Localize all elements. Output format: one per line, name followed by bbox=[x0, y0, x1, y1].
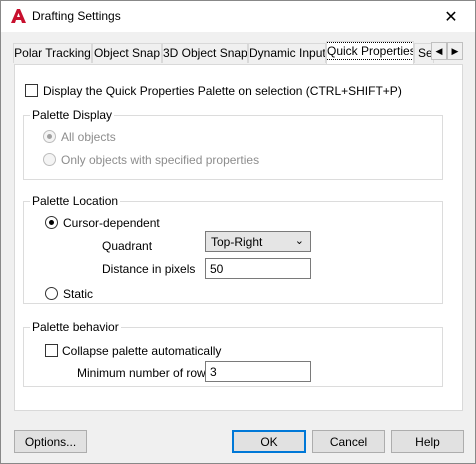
tab-scroll-right-button[interactable]: ▶ bbox=[447, 42, 463, 60]
quadrant-value: Top-Right bbox=[211, 235, 263, 249]
options-button[interactable]: Options... bbox=[14, 430, 87, 453]
chevron-down-icon: ⌄ bbox=[294, 235, 304, 247]
drafting-settings-dialog: Drafting Settings ✕ Polar Tracking Objec… bbox=[0, 0, 476, 464]
palette-display-title: Palette Display bbox=[30, 108, 115, 122]
quadrant-select[interactable]: Top-Right ⌄ bbox=[205, 231, 311, 252]
ok-button[interactable]: OK bbox=[232, 430, 306, 453]
arrow-right-icon: ▶ bbox=[451, 45, 459, 56]
static-radio[interactable] bbox=[45, 287, 58, 300]
tab-quick-properties[interactable]: Quick Properties bbox=[326, 41, 414, 64]
autocad-a-icon bbox=[11, 9, 26, 23]
tab-3d-object-snap[interactable]: 3D Object Snap bbox=[162, 43, 248, 63]
tab-strip: Polar Tracking Object Snap 3D Object Sna… bbox=[13, 41, 463, 64]
close-button[interactable]: ✕ bbox=[427, 1, 475, 32]
min-rows-label: Minimum number of rows bbox=[77, 366, 212, 380]
palette-location-title: Palette Location bbox=[30, 194, 121, 208]
all-objects-radio[interactable] bbox=[43, 130, 56, 143]
window-title: Drafting Settings bbox=[32, 9, 121, 23]
cancel-button[interactable]: Cancel bbox=[312, 430, 385, 453]
palette-location-group: Palette Location Cursor-dependent Quadra… bbox=[23, 194, 443, 304]
min-rows-input[interactable]: 3 bbox=[205, 361, 311, 382]
distance-label: Distance in pixels bbox=[102, 262, 196, 276]
cursor-dependent-radio[interactable] bbox=[45, 216, 58, 229]
specified-properties-radio[interactable] bbox=[43, 153, 56, 166]
help-button[interactable]: Help bbox=[391, 430, 464, 453]
title-bar: Drafting Settings ✕ bbox=[1, 1, 475, 32]
static-label: Static bbox=[63, 287, 94, 301]
specified-properties-label: Only objects with specified properties bbox=[61, 153, 260, 167]
quadrant-label: Quadrant bbox=[102, 239, 153, 253]
all-objects-label: All objects bbox=[61, 130, 116, 144]
close-icon: ✕ bbox=[444, 8, 458, 26]
palette-behavior-group: Palette behavior Collapse palette automa… bbox=[23, 320, 443, 387]
tab-polar-tracking[interactable]: Polar Tracking bbox=[13, 43, 92, 63]
collapse-palette-label: Collapse palette automatically bbox=[62, 344, 222, 358]
arrow-left-icon: ◀ bbox=[435, 45, 443, 56]
palette-behavior-title: Palette behavior bbox=[30, 320, 121, 334]
tab-dynamic-input[interactable]: Dynamic Input bbox=[248, 43, 326, 63]
distance-input[interactable]: 50 bbox=[205, 258, 311, 279]
display-palette-checkbox[interactable] bbox=[25, 84, 38, 97]
tab-object-snap[interactable]: Object Snap bbox=[92, 43, 162, 63]
cursor-dependent-label: Cursor-dependent bbox=[63, 216, 160, 230]
tab-scroll-left-button[interactable]: ◀ bbox=[431, 42, 447, 60]
quick-properties-panel: Display the Quick Properties Palette on … bbox=[14, 64, 463, 411]
display-palette-label: Display the Quick Properties Palette on … bbox=[43, 84, 402, 98]
palette-display-group: Palette Display All objects Only objects… bbox=[23, 108, 443, 180]
collapse-palette-checkbox[interactable] bbox=[45, 344, 58, 357]
